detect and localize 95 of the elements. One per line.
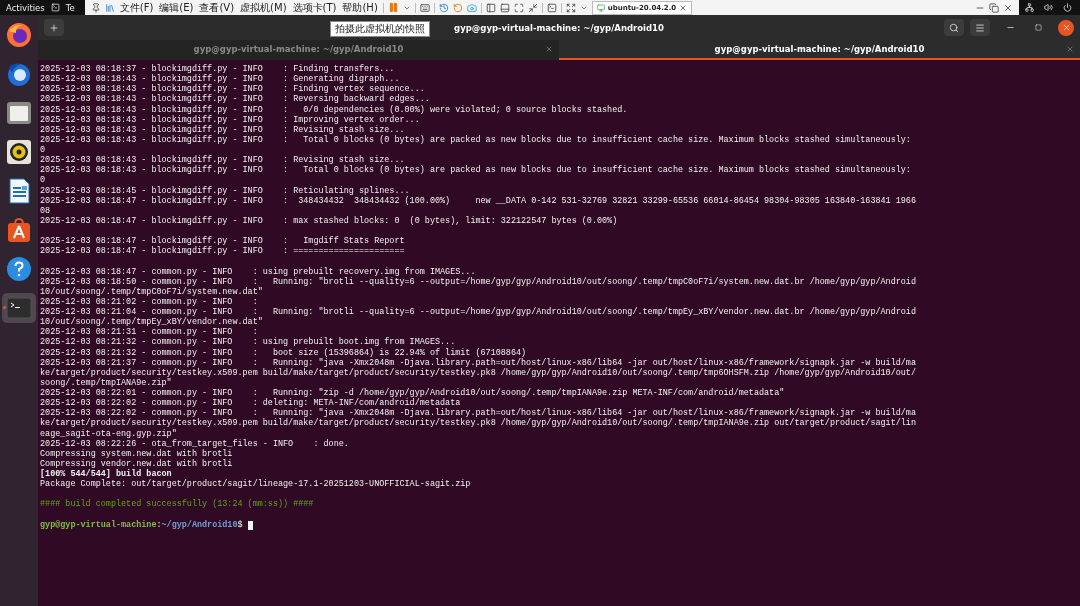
panel-icon[interactable] <box>485 2 496 13</box>
menu-item[interactable]: 文件(F) <box>118 1 155 14</box>
menu-item[interactable]: 选项卡(T) <box>291 1 338 14</box>
output-line: ke/target/product/security/testkey.x509.pem build/make/target/product/security/testkey.pk8 /home/gyp/gyp/Android10/out/soong/.temp/tmp6OHSFM.zip /home/gyp/gyp/Android10/out/ <box>40 367 917 378</box>
output-line: 10/out/soong/.temp/tmpEy_xBY/vendor.new.dat" <box>40 317 264 328</box>
output-line: Compressing vendor.new.dat with brotli <box>40 458 234 469</box>
output-line: eage_sagit-ota-eng.gyp.zip" <box>40 428 178 439</box>
menu-icon <box>975 22 985 33</box>
output-line: 10/out/soong/.temp/tmpC0oF7i/system.new.dat" <box>40 286 264 297</box>
menu-item[interactable]: 编辑(E) <box>158 1 195 14</box>
output-line: 2025-12-03 08:21:32 - common.py - INFO : using prebuilt boot.img from IMAGES... <box>40 337 457 348</box>
output-line: 2025-12-03 08:22:26 - ota_from_target_files - INFO : done. <box>40 438 350 449</box>
console-icon[interactable] <box>546 2 557 13</box>
output-line: 2025-12-03 08:18:50 - common.py - INFO : Running: "brotli --quality=6 --output=/home/gyp/gyp/Android10/out/soong/.temp/tmpC0oF7i/system.new.dat.br /home/gyp/gyp/Android <box>40 276 917 287</box>
output-line: 0 <box>40 175 47 186</box>
output-line: Package Complete: out/target/product/sagit/lineage-17.1-20251203-UNOFFICIAL-sagit.zip <box>40 479 472 490</box>
output-line: 2025-12-03 08:18:43 - blockimgdiff.py - INFO : 0/0 dependencies (0.00%) were violated; 0 source blocks stashed. <box>40 104 629 115</box>
output-line: 2025-12-03 08:18:43 - blockimgdiff.py - INFO : Generating digraph... <box>40 74 401 85</box>
output-line: 2025-12-03 08:18:47 - blockimgdiff.py - INFO : ====================== <box>40 246 406 257</box>
keyboard-icon[interactable] <box>419 2 430 13</box>
terminal-icon <box>6 297 32 319</box>
output-line: 2025-12-03 08:18:43 - blockimgdiff.py - INFO : Total 0 blocks (0 bytes) are packed as new blocks due to insufficient cache size. Maximum blocks stashed simultaneously: <box>40 134 912 145</box>
search-icon <box>949 22 959 33</box>
menu-item[interactable]: 帮助(H) <box>341 1 379 14</box>
pin-icon[interactable] <box>90 2 101 13</box>
shopping-bag-icon <box>6 217 32 243</box>
app-menu[interactable]: Te <box>59 2 81 13</box>
output-line: [100% 544/544] build bacon <box>40 469 173 479</box>
close-icon[interactable] <box>1066 45 1074 53</box>
prompt-symbol: $ <box>237 519 243 530</box>
output-line: 2025-12-03 08:22:01 - common.py - INFO : Running: "zip -d /home/gyp/gyp/Android10/out/soong/.temp/tmpIANA9e.zip META-INF/com/android/metadata" <box>40 388 786 398</box>
output-line: 2025-12-03 08:21:37 - common.py - INFO : Running: "java -Xmx2048m -Djava.library.path=out/host/linux-x86/lib64 -jar out/host/linux-x86/framework/signapk.jar -w build/ma <box>40 357 917 368</box>
plus-icon <box>49 22 59 33</box>
output-line: 2025-12-03 08:22:02 - common.py - INFO : deleting: META-INF/com/android/metadata <box>40 398 461 409</box>
clock-icon[interactable] <box>438 2 449 13</box>
tooltip: 拍摄此虚拟机的快照 <box>330 21 430 37</box>
output-line: 2025-12-03 08:21:32 - common.py - INFO : boot size (15396864) is 22.94% of limit (67108864) <box>40 347 528 358</box>
output-line: 2025-12-03 08:18:37 - blockimgdiff.py - INFO : Finding transfers... <box>40 64 396 74</box>
fit-icon[interactable] <box>513 2 524 13</box>
output-line: soong/.temp/tmpIANA9e.zip" <box>40 377 173 388</box>
prompt-separator: : <box>156 519 162 530</box>
output-line: 08 <box>40 205 52 216</box>
fullscreen-icon[interactable] <box>565 2 576 13</box>
running-dot <box>3 306 6 309</box>
window-title: gyp@gyp-virtual-machine: ~/gyp/Android10 <box>454 22 664 33</box>
terminal-icon <box>50 3 60 12</box>
close-icon[interactable] <box>679 3 688 12</box>
output-line: 2025-12-03 08:21:31 - common.py - INFO : <box>40 327 259 338</box>
output-line: #### build completed successfully (13:24 (mm:ss)) #### <box>40 499 315 510</box>
output-line: 2025-12-03 08:18:43 - blockimgdiff.py - INFO : Finding vertex sequence... <box>40 84 425 95</box>
menu-item[interactable]: 查看(V) <box>198 1 236 14</box>
close-icon <box>1061 23 1071 32</box>
output-line: 2025-12-03 08:18:47 - blockimgdiff.py - INFO : max stashed blocks: 0 (0 bytes), limit: 322122547 bytes (0.00%) <box>40 215 619 226</box>
menu-button[interactable] <box>970 19 990 36</box>
document-icon <box>6 178 32 204</box>
output-line: 2025-12-03 08:18:47 - blockimgdiff.py - INFO : Imgdiff Stats Report <box>40 236 406 247</box>
close-icon[interactable] <box>545 45 553 53</box>
help-icon <box>6 256 32 282</box>
restore-icon[interactable] <box>989 2 999 13</box>
activities-button[interactable]: Activities <box>0 2 51 13</box>
shrink-icon[interactable] <box>527 2 538 13</box>
close-button[interactable] <box>1058 19 1074 36</box>
new-tab-button[interactable] <box>44 19 64 36</box>
folder-icon <box>6 100 32 126</box>
output-line: 2025-12-03 08:18:43 - blockimgdiff.py - INFO : Reversing backward edges... <box>40 94 431 105</box>
maximize-icon <box>1034 24 1042 31</box>
output-line: 2025-12-03 08:18:43 - blockimgdiff.py - INFO : Revising stash size... <box>40 155 405 166</box>
output-line: 2025-12-03 08:18:47 - blockimgdiff.py - INFO : 348434432 348434432 (100.00%) new __DATA 0-142 531-32769 32821 33299-65536 66014-86454 98304-98305 163840-163841 1966 <box>40 195 917 206</box>
network-icon[interactable] <box>1025 3 1034 12</box>
output-line: 2025-12-03 08:18:47 - common.py - INFO : using prebuilt recovery.img from IMAGES... <box>40 266 477 277</box>
menu-item[interactable]: 虚拟机(M) <box>239 1 288 14</box>
output-line: 2025-12-03 08:18:45 - blockimgdiff.py - INFO : Reticulating splines... <box>40 185 411 196</box>
library-icon[interactable] <box>104 2 115 13</box>
output-line: 2025-12-03 08:21:04 - common.py - INFO : Running: "brotli --quality=6 --output=/home/gyp/gyp/Android10/out/soong/.temp/tmpEy_xBY/vendor.new.dat.br /home/gyp/gyp/Android <box>40 307 917 317</box>
panel-bottom-icon[interactable] <box>499 2 510 13</box>
power-icon[interactable] <box>1063 3 1072 12</box>
output-line: 2025-12-03 08:22:02 - common.py - INFO : Running: "java -Xmx2048m -Djava.library.path=out/host/linux-x86/lib64 -jar out/host/linux-x86/framework/signapk.jar -w build/ma <box>40 408 917 419</box>
search-button[interactable] <box>944 19 964 36</box>
volume-icon[interactable] <box>1044 3 1053 12</box>
output-line: Compressing system.new.dat with brotli <box>40 448 234 459</box>
output-line: 2025-12-03 08:21:02 - common.py - INFO : <box>40 296 259 307</box>
output-line: 2025-12-03 08:18:43 - blockimgdiff.py - INFO : Total 0 blocks (0 bytes) are packed as new blocks due to insufficient cache size. Maximum blocks stashed simultaneously: <box>40 165 912 176</box>
bird-icon <box>6 61 32 87</box>
cursor <box>247 520 253 530</box>
pause-icon[interactable] <box>387 2 399 13</box>
prompt-user: gyp@gyp-virtual-machine <box>40 519 157 530</box>
terminal-tab[interactable]: gyp@gyp-virtual-machine: ~/gyp/Android10 <box>559 40 1080 60</box>
output-line: 2025-12-03 08:18:43 - blockimgdiff.py - INFO : Improving vertex order... <box>40 114 421 125</box>
prompt-path: ~/gyp/Android10 <box>161 519 238 530</box>
output-line: ke/target/product/security/testkey.x509.pem build/make/target/product/security/testkey.pk8 /home/gyp/gyp/Android10/out/soong/.temp/tmpIANA9e.zip out/target/product/sagit/lin <box>40 418 917 429</box>
close-icon[interactable] <box>1003 2 1013 13</box>
speaker-icon <box>6 139 32 165</box>
output-line: 0 <box>40 145 47 156</box>
output-line: 2025-12-03 08:18:43 - blockimgdiff.py - INFO : Revising stash size... <box>40 124 406 135</box>
monitor-icon <box>596 3 605 12</box>
